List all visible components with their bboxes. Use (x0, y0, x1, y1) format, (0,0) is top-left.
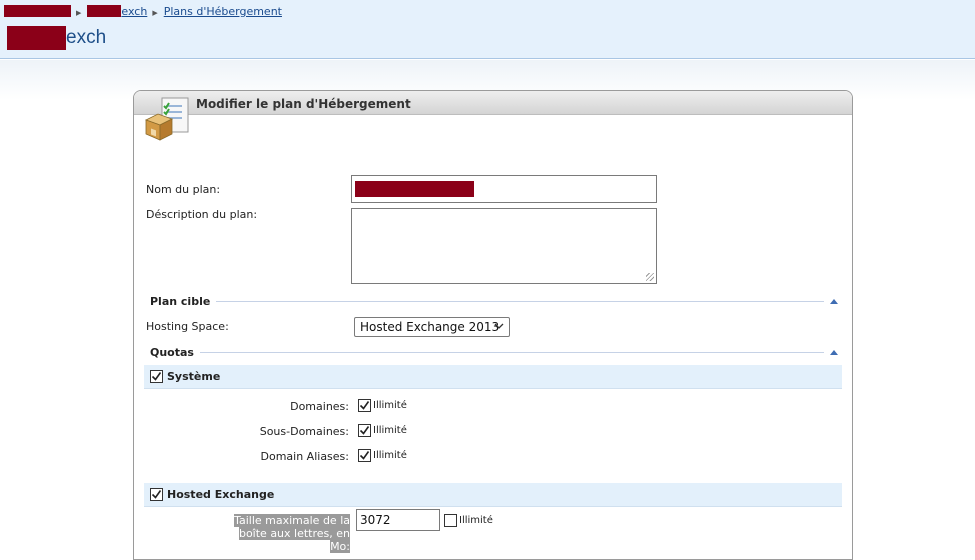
subdomains-unlimited-label: Illimité (373, 424, 407, 436)
checkmark-icon (151, 372, 162, 381)
checkmark-icon (359, 425, 370, 435)
collapse-arrow-up-icon[interactable] (830, 298, 838, 304)
mailbox-size-unlimited[interactable]: Illimité (444, 513, 493, 527)
plan-name-label: Nom du plan: (146, 183, 221, 196)
plan-name-input[interactable] (351, 175, 657, 203)
quota-domains-unlimited[interactable]: Illimité (358, 398, 407, 412)
checkmark-icon (151, 490, 162, 499)
mailbox-size-label-line2: boîte aux lettres, en Mo: (238, 527, 350, 553)
breadcrumb-item-hosting-plans[interactable]: Plans d'Hébergement (164, 5, 282, 18)
quota-subdomains-unlimited[interactable]: Illimité (358, 423, 407, 437)
breadcrumb-item-exch[interactable]: exch (121, 5, 147, 18)
quota-domain-aliases-label: Domain Aliases: (260, 450, 350, 463)
plan-description-textarea[interactable] (351, 208, 657, 284)
domains-unlimited-label: Illimité (373, 399, 407, 411)
section-target-plan: Plan cible (150, 294, 838, 308)
domains-unlimited-checkbox[interactable] (358, 398, 371, 412)
quota-domains-label: Domaines: (290, 400, 349, 413)
quota-subdomains-label: Sous-Domaines: (259, 425, 349, 438)
hosting-space-selected-value: Hosted Exchange 2013 (360, 320, 500, 334)
mailbox-size-value: 3072 (360, 513, 391, 527)
breadcrumb: ▶ exch ▶ Plans d'Hébergement (4, 4, 282, 18)
quota-domain-aliases-unlimited[interactable]: Illimité (358, 448, 407, 462)
breadcrumb-item-redacted[interactable] (4, 5, 71, 17)
system-group-title: Système (167, 370, 221, 383)
breadcrumb-item-redacted-2[interactable] (87, 5, 122, 17)
page-title-suffix: exch (66, 27, 107, 48)
collapse-arrow-up-icon[interactable] (830, 349, 838, 355)
section-target-plan-title: Plan cible (150, 294, 211, 308)
section-quotas-title: Quotas (150, 345, 194, 359)
domain-aliases-unlimited-label: Illimité (373, 449, 407, 461)
hosting-plan-package-icon (144, 97, 189, 141)
subdomains-unlimited-checkbox[interactable] (358, 423, 371, 437)
mailbox-size-input[interactable]: 3072 (356, 509, 440, 531)
hosted-exchange-group-title: Hosted Exchange (167, 488, 275, 501)
page-header: ▶ exch ▶ Plans d'Hébergement exch (0, 0, 975, 59)
quota-group-system: Système (144, 365, 842, 389)
system-group-checkbox[interactable] (150, 370, 163, 383)
hosting-space-label: Hosting Space: (146, 320, 229, 333)
mailbox-size-unlimited-label: Illimité (459, 514, 493, 526)
resize-grip-icon[interactable] (646, 273, 654, 281)
edit-hosting-plan-panel: Modifier le plan d'Hébergement Nom du pl… (133, 90, 853, 560)
breadcrumb-separator-icon: ▶ (152, 9, 158, 17)
mailbox-size-label-line1: Taille maximale de la (234, 514, 350, 527)
breadcrumb-separator-icon: ▶ (76, 9, 82, 17)
domain-aliases-unlimited-checkbox[interactable] (358, 448, 371, 462)
section-quotas: Quotas (150, 345, 838, 359)
mailbox-size-label: Taille maximale de la boîte aux lettres,… (230, 514, 350, 553)
plan-name-value-redacted (355, 181, 474, 197)
page-title-redacted (7, 26, 66, 50)
checkmark-icon (359, 450, 370, 460)
checkmark-icon (359, 400, 370, 410)
mailbox-size-unlimited-checkbox[interactable] (444, 513, 457, 527)
section-divider (216, 301, 824, 302)
page-title: exch (7, 25, 106, 51)
panel-title: Modifier le plan d'Hébergement (196, 97, 411, 111)
plan-description-label: Déscription du plan: (146, 208, 258, 221)
hosted-exchange-group-checkbox[interactable] (150, 488, 163, 501)
hosting-space-select[interactable]: Hosted Exchange 2013 (354, 317, 510, 337)
section-divider (199, 352, 824, 353)
chevron-down-icon (494, 323, 504, 329)
quota-group-hosted-exchange: Hosted Exchange (144, 483, 842, 507)
